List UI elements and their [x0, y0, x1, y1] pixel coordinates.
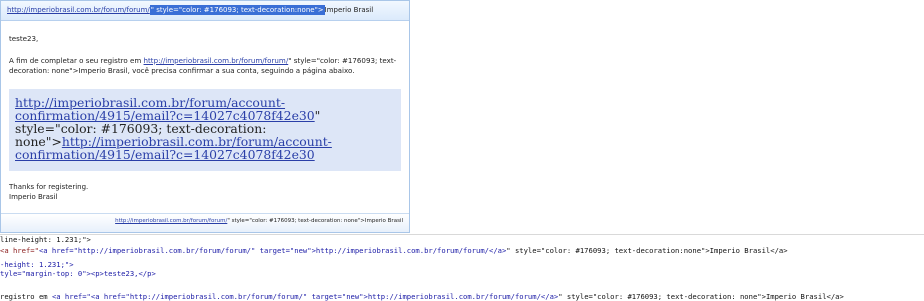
greeting-text: teste23,	[9, 34, 39, 43]
thanks-text: Thanks for registering.	[9, 183, 89, 191]
source-line-3: -height: 1.231;">	[0, 260, 74, 269]
thanks-block: Thanks for registering. Imperio Brasil	[9, 182, 88, 202]
email-footer: http://imperiobrasil.com.br/forum/forum/…	[1, 213, 409, 232]
confirmation-link-2[interactable]: http://imperiobrasil.com.br/forum/accoun…	[15, 134, 332, 162]
source-line-2: <a href="<a href="http://imperiobrasil.c…	[0, 246, 788, 255]
source-line-4: tyle="margin-top: 0"><p>teste23,</p>	[0, 269, 156, 278]
email-body: teste23, A fim de completar o seu regist…	[9, 34, 404, 77]
footer-text: http://imperiobrasil.com.br/forum/forum/…	[115, 218, 403, 225]
email-header-bar: http://imperiobrasil.com.br/forum/forum/…	[1, 1, 409, 21]
header-forum-link[interactable]: http://imperiobrasil.com.br/forum/forum/	[7, 6, 150, 14]
email-preview-panel: http://imperiobrasil.com.br/forum/forum/…	[0, 0, 410, 233]
header-brand-text: Imperio Brasil	[324, 6, 374, 14]
footer-rest-text: " style="color: #176093; text-decoration…	[227, 218, 403, 224]
intro-before-text: A fim de completar o seu registro em	[9, 55, 144, 65]
source-line-2-rest: " style="color: #176093; text-decoration…	[506, 246, 788, 255]
intro-forum-link[interactable]: http://imperiobrasil.com.br/forum/forum/	[144, 56, 289, 65]
source-code-view: line-height: 1.231;"> <a href="<a href="…	[0, 234, 924, 301]
footer-forum-link[interactable]: http://imperiobrasil.com.br/forum/forum/	[115, 218, 227, 224]
confirmation-box: http://imperiobrasil.com.br/forum/accoun…	[9, 89, 401, 171]
source-line-2-anchor: <a href="http://imperiobrasil.com.br/for…	[38, 246, 507, 255]
header-highlighted-text[interactable]: " style="color: #176093; text-decoration…	[149, 5, 325, 15]
source-line-1: line-height: 1.231;">	[0, 235, 91, 244]
signature-text: Imperio Brasil	[9, 193, 58, 201]
confirmation-text: http://imperiobrasil.com.br/forum/accoun…	[15, 96, 355, 161]
source-line-2-prefix: <a href="	[0, 246, 39, 255]
intro-paragraph: A fim de completar o seu registro em htt…	[9, 56, 404, 77]
confirmation-link-1[interactable]: http://imperiobrasil.com.br/forum/accoun…	[15, 95, 315, 123]
